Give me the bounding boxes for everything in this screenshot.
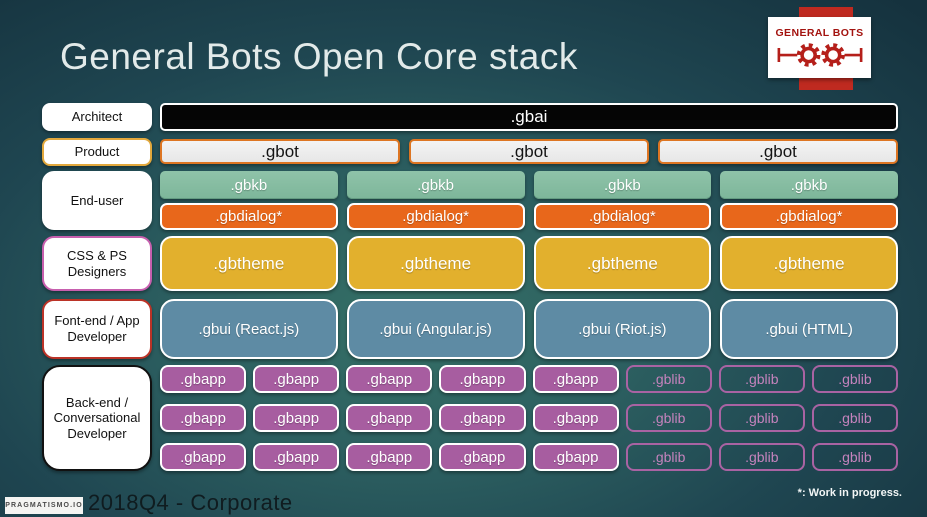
role-label-css-ps-designers: CSS & PS Designers xyxy=(42,236,152,291)
role-label-product: Product xyxy=(42,138,152,166)
row-gbtheme: .gbtheme .gbtheme .gbtheme .gbtheme xyxy=(160,236,898,291)
gblib-block: .gblib xyxy=(811,404,898,432)
row-gbkb: .gbkb .gbkb .gbkb .gbkb xyxy=(160,171,898,199)
row-gbapp-1: .gbapp .gbapp .gbapp .gbapp .gbapp .gbli… xyxy=(160,365,898,393)
gbapp-block: .gbapp xyxy=(253,443,340,471)
gbapp-block: .gbapp xyxy=(346,365,433,393)
gbapp-block: .gbapp xyxy=(160,404,247,432)
gbai-block: .gbai xyxy=(160,103,898,131)
role-label-text: Architect xyxy=(71,109,123,125)
gbapp-block: .gbapp xyxy=(160,365,247,393)
gbkb-block: .gbkb xyxy=(346,171,525,199)
gbui-block: .gbui (Riot.js) xyxy=(533,299,712,359)
gblib-block: .gblib xyxy=(625,404,712,432)
gbui-block: .gbui (Angular.js) xyxy=(346,299,525,359)
gbot-block: .gbot xyxy=(160,139,400,164)
gbtheme-block: .gbtheme xyxy=(160,236,338,291)
gbdialog-block: .gbdialog* xyxy=(346,203,525,230)
row-gbapp-3: .gbapp .gbapp .gbapp .gbapp .gbapp .gbli… xyxy=(160,443,898,471)
gblib-block: .gblib xyxy=(718,365,805,393)
gblib-block: .gblib xyxy=(718,404,805,432)
gbapp-block: .gbapp xyxy=(532,404,619,432)
gbapp-block: .gbapp xyxy=(160,443,247,471)
gbkb-block: .gbkb xyxy=(720,171,898,199)
gblib-block: .gblib xyxy=(718,443,805,471)
gbapp-block: .gbapp xyxy=(253,365,340,393)
gblib-block: .gblib xyxy=(811,365,898,393)
gbapp-block: .gbapp xyxy=(439,404,526,432)
gbtheme-block: .gbtheme xyxy=(346,236,525,291)
gbapp-block: .gbapp xyxy=(253,404,340,432)
work-in-progress-note: *: Work in progress. xyxy=(797,487,902,499)
role-label-backend-conversational-developer: Back-end / Conversational Developer xyxy=(42,365,152,471)
gbot-block: .gbot xyxy=(658,139,898,164)
general-bots-logo: GENERAL BOTS xyxy=(768,17,871,78)
row-gbapp-2: .gbapp .gbapp .gbapp .gbapp .gbapp .gbli… xyxy=(160,404,898,432)
row-gbai: .gbai xyxy=(160,103,898,131)
role-label-text: Product xyxy=(74,144,120,160)
gblib-block: .gblib xyxy=(625,443,712,471)
gbapp-block: .gbapp xyxy=(346,443,433,471)
gbui-block: .gbui (HTML) xyxy=(720,299,898,359)
gblib-block: .gblib xyxy=(811,443,898,471)
gbkb-block: .gbkb xyxy=(533,171,712,199)
gears-icon xyxy=(777,42,862,67)
role-label-text: Font-end / App Developer xyxy=(54,313,140,344)
role-label-end-user: End-user xyxy=(42,171,152,230)
gbapp-block: .gbapp xyxy=(346,404,433,432)
gbapp-block: .gbapp xyxy=(439,365,526,393)
gbtheme-block: .gbtheme xyxy=(720,236,898,291)
gbkb-block: .gbkb xyxy=(160,171,338,199)
pragmatismo-badge: PRAGMATISMO.IO xyxy=(5,497,83,514)
gbapp-block: .gbapp xyxy=(439,443,526,471)
role-label-text: Back-end / Conversational Developer xyxy=(53,394,141,441)
role-label-frontend-app-developer: Font-end / App Developer xyxy=(42,299,152,359)
role-label-text: End-user xyxy=(70,192,124,208)
row-gbot: .gbot .gbot .gbot xyxy=(160,139,898,164)
gblib-block: .gblib xyxy=(625,365,712,393)
row-gbdialog: .gbdialog* .gbdialog* .gbdialog* .gbdial… xyxy=(160,203,898,230)
gbdialog-block: .gbdialog* xyxy=(533,203,712,230)
role-label-text: CSS & PS Designers xyxy=(67,247,127,279)
gbui-block: .gbui (React.js) xyxy=(160,299,338,359)
gbapp-block: .gbapp xyxy=(532,365,619,393)
gbdialog-block: .gbdialog* xyxy=(720,203,898,230)
page-title: General Bots Open Core stack xyxy=(60,36,578,77)
row-gbui: .gbui (React.js) .gbui (Angular.js) .gbu… xyxy=(160,299,898,359)
gbapp-block: .gbapp xyxy=(532,443,619,471)
role-label-architect: Architect xyxy=(42,103,152,131)
gbdialog-block: .gbdialog* xyxy=(160,203,338,230)
slide-footer-label: 2018Q4 - Corporate xyxy=(88,490,293,515)
gbot-block: .gbot xyxy=(409,139,649,164)
logo-brand-text: GENERAL BOTS xyxy=(775,26,864,39)
slide: General Bots Open Core stack GENERAL BOT… xyxy=(0,0,927,517)
gbtheme-block: .gbtheme xyxy=(533,236,712,291)
